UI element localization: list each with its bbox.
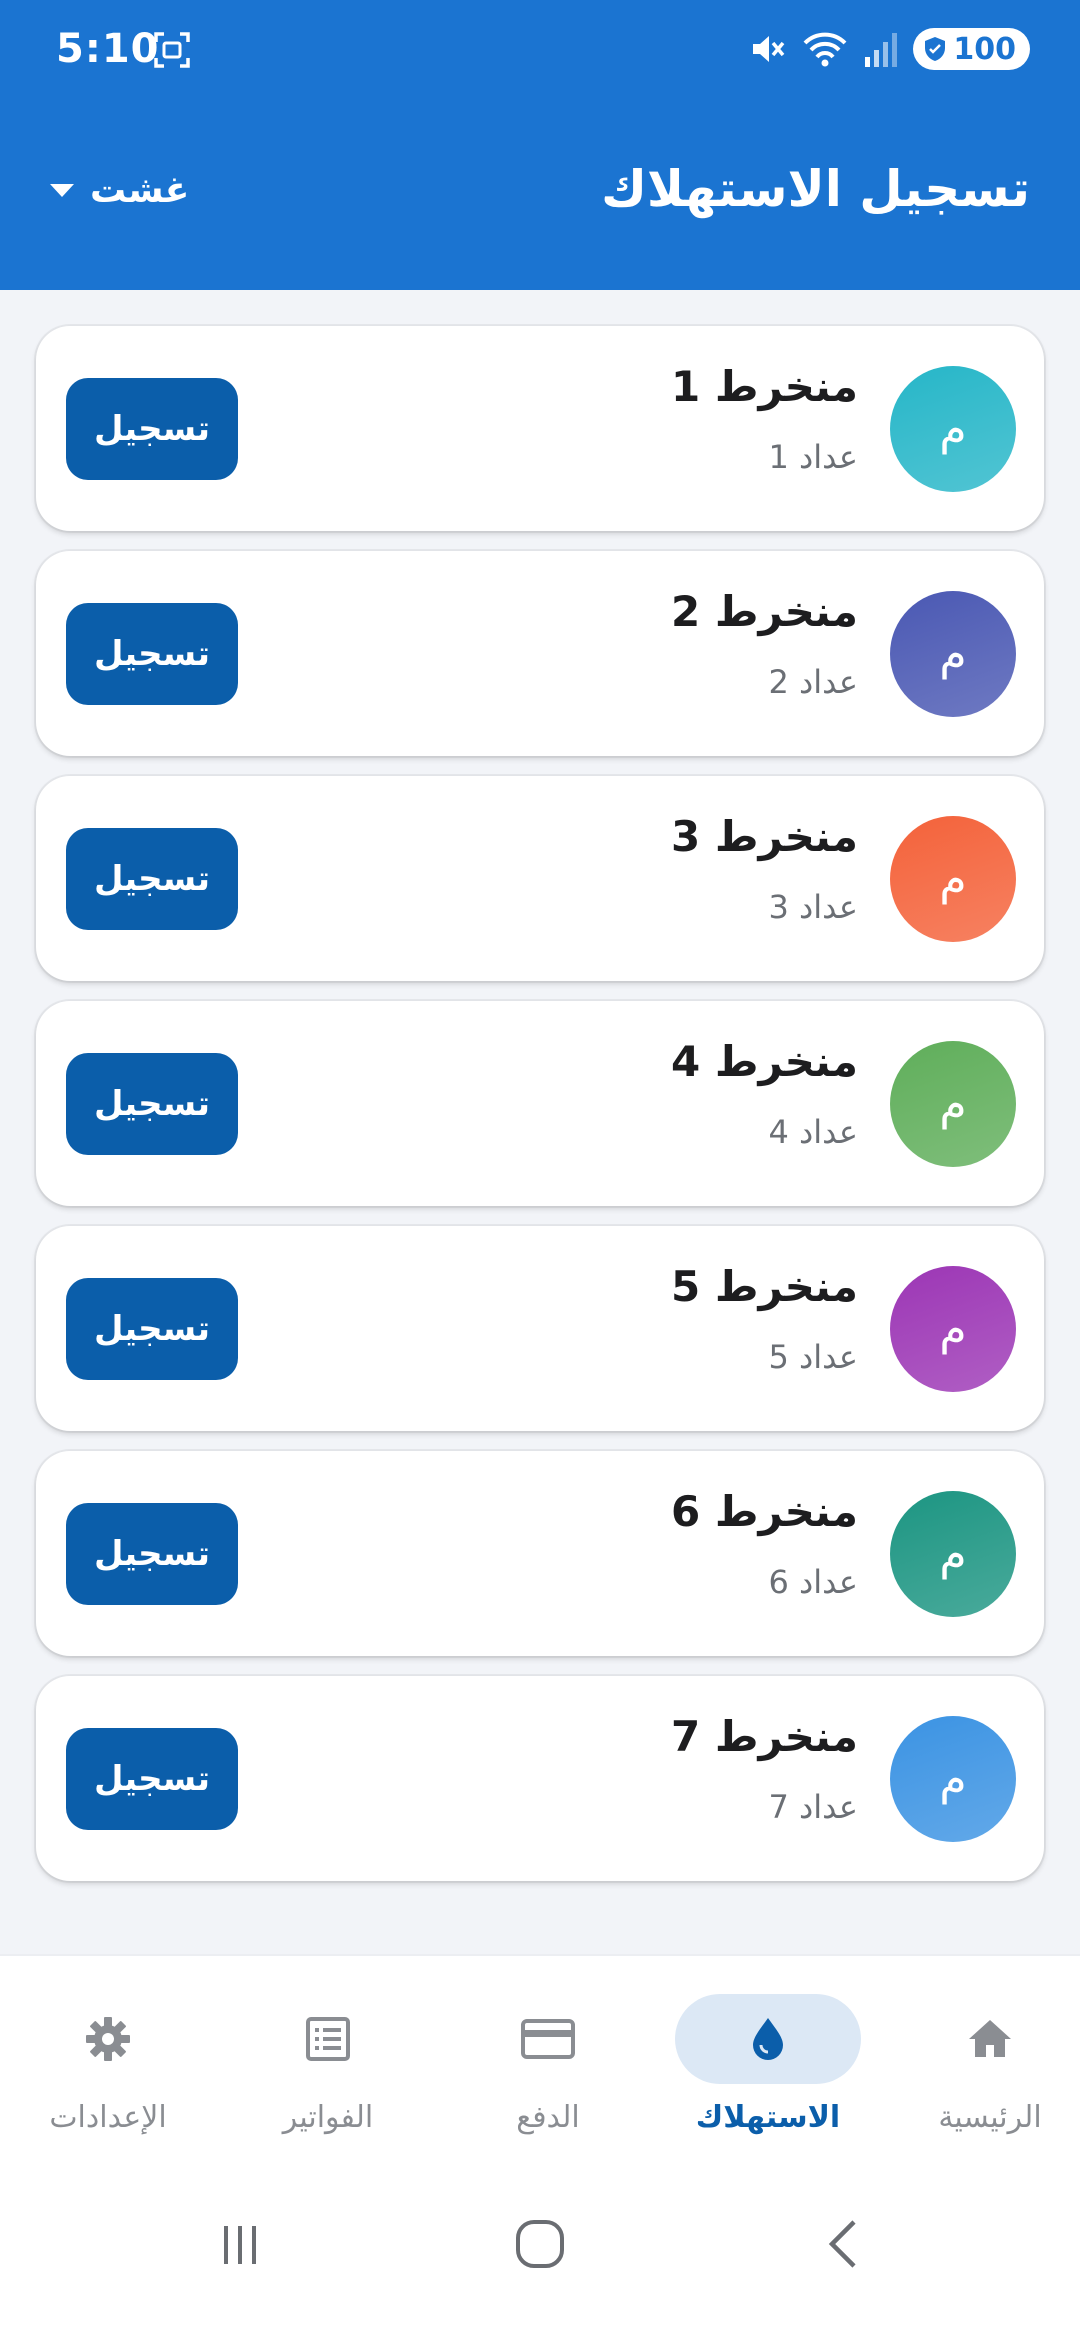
nav-consumption[interactable]: الاستهلاك: [668, 1994, 868, 2154]
subscriber-name: منخرط 1: [670, 362, 858, 411]
app-header: 5:10 100 تسجيل الاستهلاك غشت: [0, 0, 1080, 290]
page-title: تسجيل الاستهلاك: [601, 160, 1030, 218]
mute-icon: [753, 36, 785, 62]
credit-card-icon: [455, 1994, 641, 2084]
record-button[interactable]: تسجيل: [66, 1503, 238, 1605]
nav-label: الإعدادات: [49, 2100, 167, 2135]
nav-invoices[interactable]: الفواتير: [228, 1994, 428, 2154]
subscriber-avatar: م: [890, 1716, 1016, 1842]
subscriber-card: م منخرط 4 عداد 4 تسجيل: [36, 1001, 1044, 1206]
caret-down-icon: [50, 184, 74, 197]
subscriber-card: م منخرط 2 عداد 2 تسجيل: [36, 551, 1044, 756]
water-drop-icon: [675, 1994, 861, 2084]
signal-icon: [865, 33, 898, 67]
meter-label: عداد 4: [768, 1113, 858, 1151]
status-bar: 5:10 100: [0, 0, 1080, 100]
record-button[interactable]: تسجيل: [66, 1053, 238, 1155]
nav-label: الدفع: [516, 2100, 580, 2135]
invoice-icon: [235, 1994, 421, 2084]
subscriber-avatar: م: [890, 1041, 1016, 1167]
battery-shield-icon: [925, 37, 946, 61]
subscriber-avatar: م: [890, 1266, 1016, 1392]
subscriber-card: م منخرط 6 عداد 6 تسجيل: [36, 1451, 1044, 1656]
status-time: 5:10: [56, 26, 160, 72]
status-icons: 100: [747, 26, 1030, 72]
user-selector-dropdown[interactable]: غشت: [50, 170, 189, 211]
meter-label: عداد 6: [768, 1563, 858, 1601]
nav-label: الرئيسية: [938, 2100, 1042, 2135]
record-button[interactable]: تسجيل: [66, 378, 238, 480]
subscriber-card: م منخرط 5 عداد 5 تسجيل: [36, 1226, 1044, 1431]
system-navigation-bar: [0, 2164, 1080, 2340]
screenshot-icon: [154, 32, 190, 68]
app-bar: تسجيل الاستهلاك غشت: [0, 150, 1080, 230]
battery-indicator: 100: [913, 28, 1030, 70]
meter-label: عداد 3: [768, 888, 858, 926]
meter-label: عداد 5: [768, 1338, 858, 1376]
home-icon: [897, 1994, 1080, 2084]
nav-settings[interactable]: الإعدادات: [8, 1994, 208, 2154]
subscriber-card: م منخرط 7 عداد 7 تسجيل: [36, 1676, 1044, 1881]
bottom-navigation: الرئيسية الاستهلاك الدفع الفواتير الإعدادات: [0, 1954, 1080, 2164]
battery-level: 100: [953, 31, 1016, 67]
meter-label: عداد 1: [768, 438, 858, 476]
subscriber-avatar: م: [890, 1491, 1016, 1617]
settings-gear-icon: [15, 1994, 201, 2084]
meter-label: عداد 7: [768, 1788, 858, 1826]
record-button[interactable]: تسجيل: [66, 603, 238, 705]
record-button[interactable]: تسجيل: [66, 828, 238, 930]
subscriber-avatar: م: [890, 591, 1016, 717]
user-selector-label: غشت: [90, 170, 190, 211]
nav-home[interactable]: الرئيسية: [890, 1994, 1080, 2154]
nav-label: الاستهلاك: [695, 2100, 841, 2135]
subscriber-avatar: م: [890, 816, 1016, 942]
recent-apps-icon[interactable]: [200, 2204, 280, 2284]
subscriber-avatar: م: [890, 366, 1016, 492]
subscriber-name: منخرط 5: [670, 1262, 858, 1311]
record-button[interactable]: تسجيل: [66, 1278, 238, 1380]
subscriber-name: منخرط 2: [670, 587, 858, 636]
subscriber-list: م منخرط 1 عداد 1 تسجيل م منخرط 2 عداد 2 تسجيل م م…: [36, 326, 1044, 1901]
meter-label: عداد 2: [768, 663, 858, 701]
wifi-icon: [803, 32, 847, 67]
subscriber-name: منخرط 6: [670, 1487, 858, 1536]
record-button[interactable]: تسجيل: [66, 1728, 238, 1830]
subscriber-name: منخرط 7: [670, 1712, 858, 1761]
nav-label: الفواتير: [282, 2100, 374, 2135]
home-circle-icon[interactable]: [500, 2204, 580, 2284]
subscriber-name: منخرط 4: [670, 1037, 858, 1086]
subscriber-name: منخرط 3: [670, 812, 858, 861]
back-icon[interactable]: [804, 2204, 884, 2284]
nav-payment[interactable]: الدفع: [448, 1994, 648, 2154]
subscriber-card: م منخرط 1 عداد 1 تسجيل: [36, 326, 1044, 531]
subscriber-card: م منخرط 3 عداد 3 تسجيل: [36, 776, 1044, 981]
